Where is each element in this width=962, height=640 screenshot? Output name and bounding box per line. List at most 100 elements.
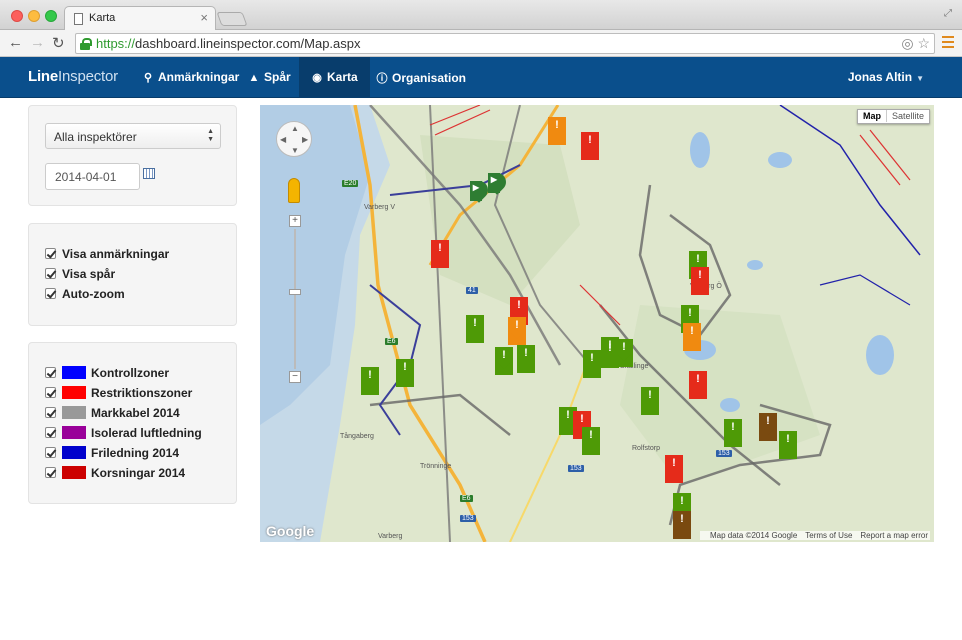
nav-karta[interactable]: ◉ Karta xyxy=(299,57,370,98)
map-type-control: Map Satellite xyxy=(856,109,930,124)
close-window-button[interactable] xyxy=(11,10,23,22)
minimize-window-button[interactable] xyxy=(28,10,40,22)
bookmark-star-icon[interactable]: ◎ ☆ xyxy=(901,35,930,52)
map-label: Rolfstorp xyxy=(632,445,661,452)
marker-green[interactable]: ! xyxy=(361,367,379,395)
marker-green[interactable]: ! xyxy=(582,427,600,455)
nav-spar[interactable]: ▲ Spår xyxy=(236,57,303,98)
marker-orange[interactable]: ! xyxy=(508,317,526,345)
map-attribution: Map data ©2014 Google Terms of Use Report … xyxy=(699,531,930,540)
layers-panel: Kontrollzoner Restriktionszoner Markkabe… xyxy=(28,342,237,504)
layer-friledning[interactable]: Friledning 2014 xyxy=(45,446,179,462)
marker-brown[interactable]: ! xyxy=(673,511,691,539)
flag-marker[interactable]: ▶ xyxy=(488,173,500,193)
marker-green[interactable]: ! xyxy=(466,315,484,343)
option-visa-anmarkningar[interactable]: Visa anmärkningar xyxy=(45,247,169,263)
pan-control[interactable]: ▲ ▼ ◀ ▶ xyxy=(276,121,312,157)
layer-kontrollzoner[interactable]: Kontrollzoner xyxy=(45,366,169,382)
pan-up-icon[interactable]: ▲ xyxy=(291,124,299,133)
user-menu[interactable]: Jonas Altin ▼ xyxy=(848,70,924,84)
pan-left-icon[interactable]: ◀ xyxy=(280,135,286,144)
marker-brown[interactable]: ! xyxy=(759,413,777,441)
address-bar: ← → ↻ https://dashboard.lineinspector.co… xyxy=(0,30,962,57)
option-visa-spar[interactable]: Visa spår xyxy=(45,267,115,283)
map-canvas[interactable]: Varberg V Varberg Ö Tångaberg Trönninge … xyxy=(260,105,934,542)
marker-orange[interactable]: ! xyxy=(683,323,701,351)
layer-markkabel[interactable]: Markkabel 2014 xyxy=(45,406,180,422)
marker-green[interactable]: ! xyxy=(396,359,414,387)
calendar-icon[interactable] xyxy=(143,168,155,179)
marker-red[interactable]: ! xyxy=(665,455,683,483)
lock-icon xyxy=(80,38,92,50)
marker-red[interactable]: ! xyxy=(691,267,709,295)
color-swatch xyxy=(62,406,86,419)
checkbox[interactable] xyxy=(45,467,56,478)
checkbox[interactable] xyxy=(45,288,56,299)
pan-right-icon[interactable]: ▶ xyxy=(302,135,308,144)
app-navbar: LineInspector ⚲ Anmärkningar ▲ Spår ◉ Karta… xyxy=(0,57,962,98)
report-error-link[interactable]: Report a map error xyxy=(860,531,928,540)
new-tab-button[interactable] xyxy=(216,12,248,26)
marker-green[interactable]: ! xyxy=(495,347,513,375)
fullscreen-icon[interactable]: ⤢ xyxy=(944,8,952,19)
nav-anmarkningar[interactable]: ⚲ Anmärkningar xyxy=(130,57,251,98)
road-shield: E6 xyxy=(385,338,398,345)
info-icon: ⓘ xyxy=(376,73,388,85)
map-type-map-button[interactable]: Map xyxy=(858,110,887,122)
marker-red[interactable]: ! xyxy=(581,132,599,160)
checkbox[interactable] xyxy=(45,427,56,438)
google-logo: Google xyxy=(266,523,315,539)
nav-organisation[interactable]: ⓘ Organisation xyxy=(364,57,478,98)
layer-restriktionszoner[interactable]: Restriktionszoner xyxy=(45,386,192,402)
map-label: Trönninge xyxy=(420,463,452,470)
reload-icon[interactable]: ↻ xyxy=(52,34,65,52)
terms-link[interactable]: Terms of Use xyxy=(805,531,852,540)
date-input[interactable]: 2014-04-01 xyxy=(45,163,140,190)
road-shield: 41 xyxy=(466,287,478,294)
maximize-window-button[interactable] xyxy=(45,10,57,22)
marker-green[interactable]: ! xyxy=(779,431,797,459)
road-shield: E20 xyxy=(342,180,359,187)
marker-orange[interactable]: ! xyxy=(548,117,566,145)
checkbox[interactable] xyxy=(45,367,56,378)
marker-green[interactable]: ! xyxy=(583,350,601,378)
color-swatch xyxy=(62,426,86,439)
map-label: Tångaberg xyxy=(340,433,374,440)
inspector-select[interactable]: Alla inspektörer ▲ ▼ xyxy=(45,123,221,149)
checkbox[interactable] xyxy=(45,407,56,418)
option-auto-zoom[interactable]: Auto-zoom xyxy=(45,287,125,303)
checkbox[interactable] xyxy=(45,268,56,279)
forward-icon[interactable]: → xyxy=(30,34,45,51)
browser-tab[interactable]: Karta × xyxy=(64,6,216,31)
close-tab-icon[interactable]: × xyxy=(200,10,208,25)
browser-tab-bar: Karta × ⤢ xyxy=(0,0,962,31)
layer-isolerad-luftledning[interactable]: Isolerad luftledning xyxy=(45,426,202,442)
caret-down-icon: ▼ xyxy=(916,74,924,83)
checkbox[interactable] xyxy=(45,248,56,259)
marker-green[interactable]: ! xyxy=(641,387,659,415)
map-type-satellite-button[interactable]: Satellite xyxy=(887,110,929,122)
road-shield: 153 xyxy=(460,515,476,522)
road-shield: 153 xyxy=(716,450,732,457)
pan-down-icon[interactable]: ▼ xyxy=(291,146,299,155)
marker-green[interactable]: ! xyxy=(724,419,742,447)
marker-green[interactable]: ! xyxy=(517,345,535,373)
zoom-slider-thumb[interactable] xyxy=(289,289,301,295)
zoom-in-button[interactable]: + xyxy=(289,215,301,227)
checkbox[interactable] xyxy=(45,447,56,458)
zoom-out-button[interactable]: − xyxy=(289,371,301,383)
street-view-pegman-icon[interactable] xyxy=(288,178,300,203)
color-swatch xyxy=(62,386,86,399)
back-icon[interactable]: ← xyxy=(8,34,23,51)
marker-red[interactable]: ! xyxy=(689,371,707,399)
options-panel: Visa anmärkningar Visa spår Auto-zoom xyxy=(28,223,237,326)
checkbox[interactable] xyxy=(45,387,56,398)
browser-menu-icon[interactable] xyxy=(942,36,954,48)
globe-icon: ◉ xyxy=(312,72,322,84)
layer-korsningar[interactable]: Korsningar 2014 xyxy=(45,466,185,482)
zoom-slider-track[interactable] xyxy=(294,229,296,369)
url-field[interactable]: https://dashboard.lineinspector.com/Map.… xyxy=(75,33,935,54)
marker-red[interactable]: ! xyxy=(431,240,449,268)
brand-logo[interactable]: LineInspector xyxy=(28,68,118,85)
flag-marker[interactable]: ▶ xyxy=(470,181,482,201)
